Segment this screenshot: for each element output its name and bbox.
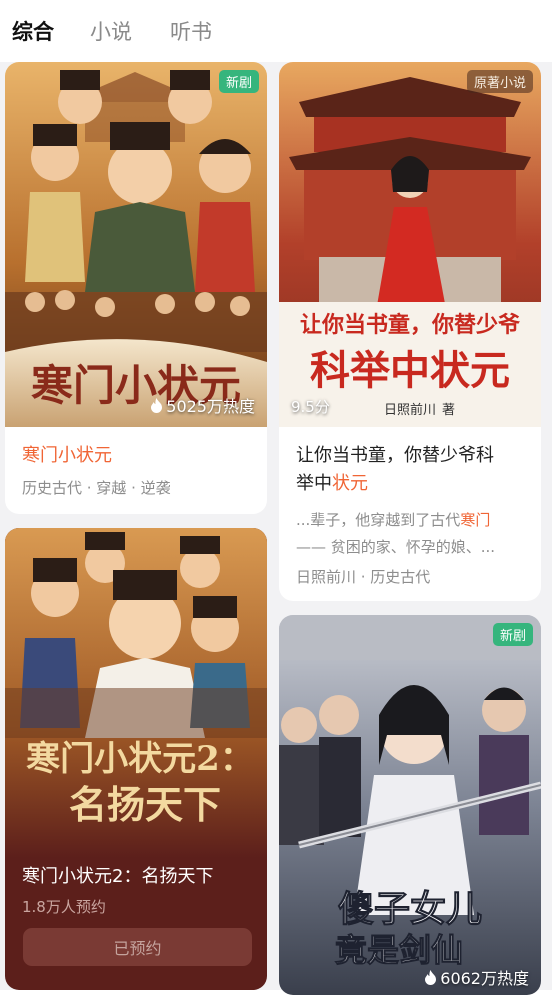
cover-author-suffix: 著 [442, 403, 455, 418]
title-highlight: 状元 [332, 473, 368, 494]
heat-indicator: 6062万热度 [424, 965, 529, 989]
new-drama-badge: 新剧 [492, 623, 533, 646]
heat-indicator: 5025万热度 [150, 393, 255, 417]
cover-author-text: 日照前川 [384, 402, 436, 418]
drama-card-jianxian[interactable]: 傻子女儿 竟是剑仙 新剧 6062万热度 [279, 615, 541, 995]
drama-poster: 寒门小状元 新剧 5025万热度 [5, 62, 267, 427]
poster-subtitle-text: 竟是剑仙 [335, 931, 463, 969]
cover-title-text-2: 科举中状元 [310, 347, 510, 394]
heat-value: 5025万热度 [166, 397, 255, 416]
snippet-highlight: 寒门 [460, 511, 491, 529]
content-feed: 寒门小状元 新剧 5025万热度 寒门小状元 历史古代 · 穿越 · 逆袭 寒门… [0, 62, 552, 995]
reserved-button[interactable]: 已预约 [23, 928, 252, 966]
card-title-line1[interactable]: 让你当书童，你替少爷科 [296, 442, 494, 470]
snippet-line1: ...辈子，他穿越到了古代寒门 [296, 507, 490, 534]
new-drama-badge: 新剧 [218, 70, 259, 93]
category-tabs: 综合 小说 听书 [0, 0, 552, 62]
drama-poster: 寒门小状元2： 名扬天下 [5, 528, 267, 858]
poster-artwork: 寒门小状元2： 名扬天下 [5, 528, 267, 858]
flame-icon [151, 397, 163, 413]
poster-title-text: 傻子女儿 [338, 888, 482, 930]
novel-card-shutong[interactable]: 让你当书童，你替少爷 科举中状元 日照前川 著 原著小说 9.5分 让你当书童，… [279, 62, 541, 601]
card-tags: 历史古代 · 穿越 · 逆袭 [22, 479, 171, 497]
card-title-line2[interactable]: 举中状元 [296, 470, 368, 498]
reservation-count: 1.8万人预约 [22, 898, 106, 916]
poster-artwork: 寒门小状元 [5, 62, 267, 427]
tab-novels[interactable]: 小说 [90, 16, 132, 46]
heat-value: 6062万热度 [440, 969, 529, 988]
poster-subtitle-text: 名扬天下 [69, 782, 221, 827]
drama-card-hanmen[interactable]: 寒门小状元 新剧 5025万热度 寒门小状元 历史古代 · 穿越 · 逆袭 [5, 62, 267, 514]
cover-title-text: 让你当书童，你替少爷 [300, 312, 521, 338]
drama-card-hanmen-2[interactable]: 寒门小状元2： 名扬天下 寒门小状元2：名扬天下 1.8万人预约 已预约 [5, 528, 267, 990]
card-title[interactable]: 寒门小状元2：名扬天下 [22, 863, 213, 891]
card-tags: 日照前川 · 历史古代 [296, 568, 431, 586]
title-text: 举中 [296, 473, 332, 494]
snippet-line2: —— 贫困的家、怀孕的娘、... [296, 538, 496, 556]
tab-audiobooks[interactable]: 听书 [170, 16, 212, 46]
drama-poster: 傻子女儿 竟是剑仙 新剧 6062万热度 [279, 615, 541, 995]
rating-score: 9.5分 [291, 398, 330, 416]
novel-cover: 让你当书童，你替少爷 科举中状元 日照前川 著 原著小说 9.5分 [279, 62, 541, 427]
flame-icon [425, 969, 437, 985]
original-novel-badge: 原著小说 [466, 70, 533, 93]
snippet-text: ...辈子，他穿越到了古代 [296, 511, 461, 529]
poster-title-text: 寒门小状元2： [26, 739, 254, 779]
cover-artwork: 让你当书童，你替少爷 科举中状元 日照前川 著 [279, 62, 541, 427]
card-title[interactable]: 寒门小状元 [22, 442, 112, 470]
poster-artwork: 傻子女儿 竟是剑仙 [279, 615, 541, 995]
tab-comprehensive[interactable]: 综合 [12, 16, 54, 46]
